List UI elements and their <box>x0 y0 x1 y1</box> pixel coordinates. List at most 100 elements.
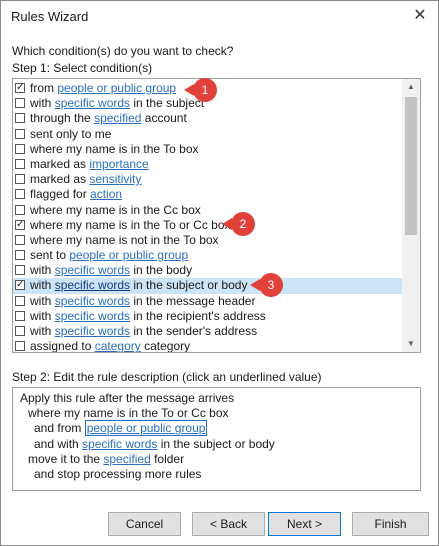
condition-checkbox[interactable] <box>15 158 25 169</box>
condition-row[interactable]: ✓ where my name is in the To or Cc box <box>13 218 402 233</box>
condition-checkbox[interactable] <box>15 265 25 276</box>
text-segment: move it to the <box>28 451 104 466</box>
condition-checkbox[interactable] <box>15 143 25 154</box>
value-link[interactable]: people or public group <box>57 81 176 95</box>
condition-row[interactable]: where my name is in the Cc box <box>13 203 402 218</box>
value-link[interactable]: specified <box>94 111 141 125</box>
scroll-up-icon[interactable]: ▲ <box>402 79 420 95</box>
text-segment: where my name is not in the To box <box>30 232 219 247</box>
condition-row[interactable]: flagged for action <box>13 187 402 202</box>
text-segment: and stop processing more rules <box>34 466 202 481</box>
value-link[interactable]: specific words <box>55 309 130 323</box>
condition-row[interactable]: sent only to me <box>13 127 402 142</box>
value-link[interactable]: people or public group <box>69 248 188 262</box>
description-line: and with specific words in the subject o… <box>20 437 420 452</box>
text-segment: account <box>141 111 187 126</box>
description-line: and stop processing more rules <box>20 467 420 482</box>
description-line: and from people or public group <box>20 420 420 437</box>
callout-badge-3: 3 <box>259 273 283 297</box>
condition-checkbox[interactable] <box>15 128 25 139</box>
condition-checkbox[interactable] <box>15 98 25 109</box>
cancel-button[interactable]: Cancel <box>108 512 181 536</box>
condition-checkbox[interactable]: ✓ <box>15 83 25 93</box>
text-segment: in the message header <box>130 293 256 308</box>
condition-checkbox[interactable]: ✓ <box>15 219 25 230</box>
text-segment: in the sender's address <box>130 324 258 338</box>
conditions-scrollbar[interactable]: ▲ ▼ <box>402 79 420 352</box>
value-link[interactable]: specific words <box>55 294 130 308</box>
value-link[interactable]: action <box>90 187 122 201</box>
text-segment: in the body <box>130 263 193 278</box>
text-segment: Apply this rule after the message arrive… <box>20 391 235 405</box>
text-segment: through the <box>30 111 95 126</box>
next-button[interactable]: Next > <box>268 512 341 536</box>
value-link[interactable]: people or public group <box>84 420 208 437</box>
text-segment: with <box>30 293 55 308</box>
text-segment: where my name is in the To or Cc box <box>30 217 231 232</box>
text-segment: where my name is in the To or Cc box <box>28 406 229 421</box>
description-line: move it to the specified folder <box>20 452 420 467</box>
title-bar: Rules Wizard ✕ <box>1 1 438 33</box>
condition-checkbox[interactable] <box>15 295 25 306</box>
condition-checkbox[interactable] <box>15 310 25 321</box>
text-segment: with <box>30 308 55 323</box>
value-link[interactable]: specific words <box>55 278 130 292</box>
condition-row[interactable]: through the specified account <box>13 111 402 126</box>
text-segment: with <box>30 324 55 338</box>
value-link[interactable]: specific words <box>55 263 130 277</box>
condition-row[interactable]: with specific words in the sender's addr… <box>13 324 402 339</box>
conditions-prompt: Which condition(s) do you want to check? <box>12 44 234 58</box>
value-link[interactable]: specified <box>103 452 150 466</box>
condition-row[interactable]: where my name is not in the To box <box>13 233 402 248</box>
condition-checkbox[interactable] <box>15 341 25 352</box>
condition-checkbox[interactable] <box>15 189 25 200</box>
scroll-down-icon[interactable]: ▼ <box>402 336 420 352</box>
text-segment: from <box>30 81 58 95</box>
condition-checkbox[interactable] <box>15 250 25 261</box>
text-segment: assigned to <box>30 339 95 353</box>
back-button[interactable]: < Back <box>192 512 265 536</box>
step2-label: Step 2: Edit the rule description (click… <box>12 370 322 384</box>
text-segment: in the subject or body <box>130 278 248 293</box>
value-link[interactable]: specific words <box>55 96 130 110</box>
conditions-list: ✓ from people or public group with specifi… <box>13 81 402 353</box>
text-segment: sent to <box>30 248 70 263</box>
text-segment: in the recipient's address <box>130 308 266 323</box>
condition-checkbox[interactable] <box>15 204 25 215</box>
condition-row[interactable]: marked as importance <box>13 157 402 172</box>
value-link[interactable]: specific words <box>82 437 157 451</box>
value-link[interactable]: category <box>95 339 141 352</box>
description-line: Apply this rule after the message arrive… <box>20 391 420 406</box>
condition-row[interactable]: assigned to category category <box>13 339 402 353</box>
condition-row[interactable]: sent to people or public group <box>13 248 402 263</box>
text-segment: and with <box>34 436 83 451</box>
scrollbar-thumb[interactable] <box>405 97 417 235</box>
conditions-list-box: ✓ from people or public group with specifi… <box>12 78 421 353</box>
value-link[interactable]: specific words <box>55 324 130 338</box>
condition-row[interactable]: with specific words in the message heade… <box>13 294 402 309</box>
button-bar: Cancel < Back Next > Finish <box>1 502 438 546</box>
value-link[interactable]: sensitivity <box>89 172 141 186</box>
condition-row[interactable]: where my name is in the To box <box>13 142 402 157</box>
condition-row[interactable]: with specific words in the body <box>13 263 402 278</box>
text-segment: marked as <box>30 172 90 187</box>
text-segment: in the subject or body <box>157 436 275 451</box>
condition-checkbox[interactable] <box>15 326 25 336</box>
text-segment: sent only to me <box>30 126 112 141</box>
condition-row[interactable]: marked as sensitivity <box>13 172 402 187</box>
text-segment: where my name is in the Cc box <box>30 202 201 217</box>
condition-checkbox[interactable] <box>15 113 25 124</box>
condition-row[interactable]: with specific words in the recipient's a… <box>13 309 402 324</box>
text-segment: with <box>30 263 55 278</box>
text-segment: where my name is in the To box <box>30 141 199 156</box>
close-icon[interactable]: ✕ <box>408 5 432 27</box>
finish-button[interactable]: Finish <box>352 512 429 536</box>
text-segment: with <box>30 96 55 111</box>
description-line: where my name is in the To or Cc box <box>20 406 420 421</box>
condition-checkbox[interactable] <box>15 234 25 245</box>
value-link[interactable]: importance <box>89 157 148 171</box>
condition-checkbox[interactable]: ✓ <box>15 280 25 291</box>
condition-checkbox[interactable] <box>15 174 25 185</box>
window-title: Rules Wizard <box>11 9 89 24</box>
condition-row[interactable]: ✓ with specific words in the subject or b… <box>13 278 402 294</box>
